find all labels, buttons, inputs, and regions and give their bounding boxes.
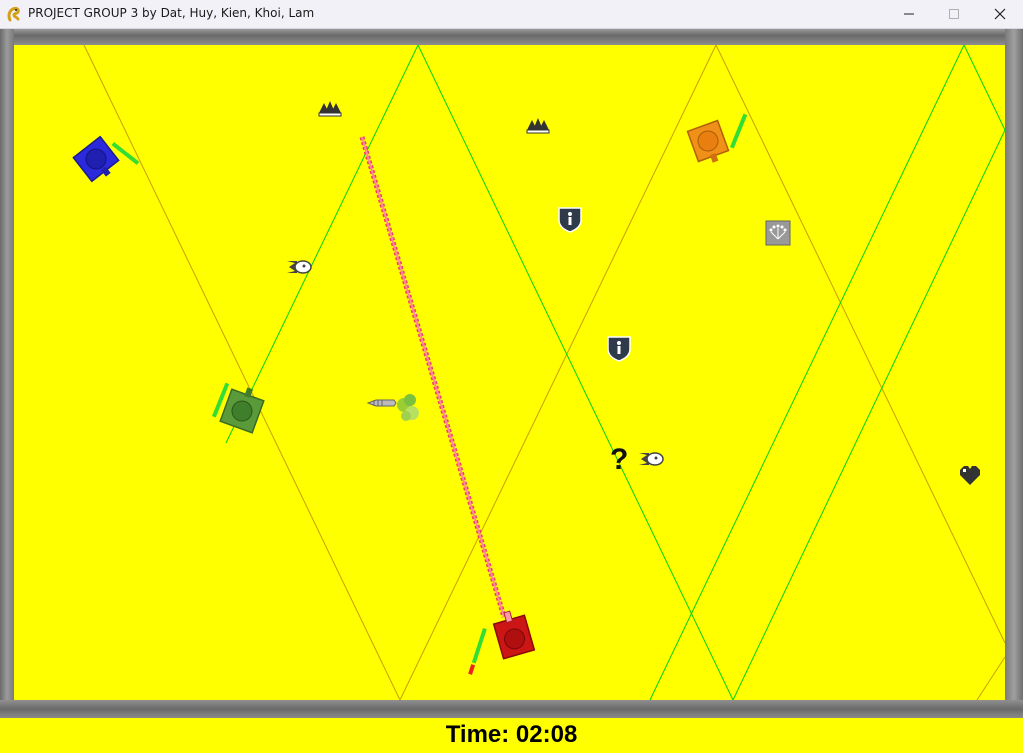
arena-canvas: ?	[72, 45, 1005, 700]
game-arena[interactable]: ?	[14, 45, 1005, 700]
heart-icon	[960, 466, 980, 485]
green-tank	[219, 387, 265, 434]
red-tank	[492, 610, 536, 660]
triple-shot-icon	[318, 101, 342, 117]
orange-tank	[686, 119, 730, 163]
title-bar[interactable]: PROJECT GROUP 3 by Dat, Huy, Kien, Khoi,…	[0, 0, 1023, 29]
maximize-icon	[949, 9, 959, 19]
arena-lines-brown	[83, 45, 1005, 700]
shield-icon	[558, 207, 582, 233]
missile-icon	[366, 394, 419, 421]
close-icon	[994, 8, 1006, 20]
speed-bullet-icon	[639, 452, 664, 466]
red-tank-health-bar	[468, 628, 487, 675]
maximize-button[interactable]	[931, 0, 977, 28]
timer-label: Time: 02:08	[445, 721, 578, 748]
game-window: PROJECT GROUP 3 by Dat, Huy, Kien, Khoi,…	[0, 0, 1023, 753]
arena-border-top	[0, 29, 1023, 45]
minimize-button[interactable]	[886, 0, 932, 28]
triple-shot-icon	[526, 118, 550, 134]
speed-bullet-icon	[287, 260, 312, 274]
laser-beam	[359, 136, 507, 618]
arena-lines-green	[225, 45, 1005, 700]
arena-border-right	[1005, 29, 1023, 719]
orange-tank-health-bar	[730, 113, 748, 149]
close-button[interactable]	[977, 0, 1023, 28]
mystery-question-icon: ?	[610, 443, 628, 476]
shield-icon	[607, 336, 631, 362]
window-title: PROJECT GROUP 3 by Dat, Huy, Kien, Khoi,…	[28, 6, 315, 20]
pygame-snake-icon	[7, 6, 20, 22]
arena-border-bottom	[0, 700, 1023, 718]
minimize-icon	[904, 13, 914, 15]
arena-border-left	[0, 29, 14, 719]
hud-bar: Time: 02:08	[0, 718, 1023, 753]
scatter-shot-icon	[765, 220, 791, 246]
